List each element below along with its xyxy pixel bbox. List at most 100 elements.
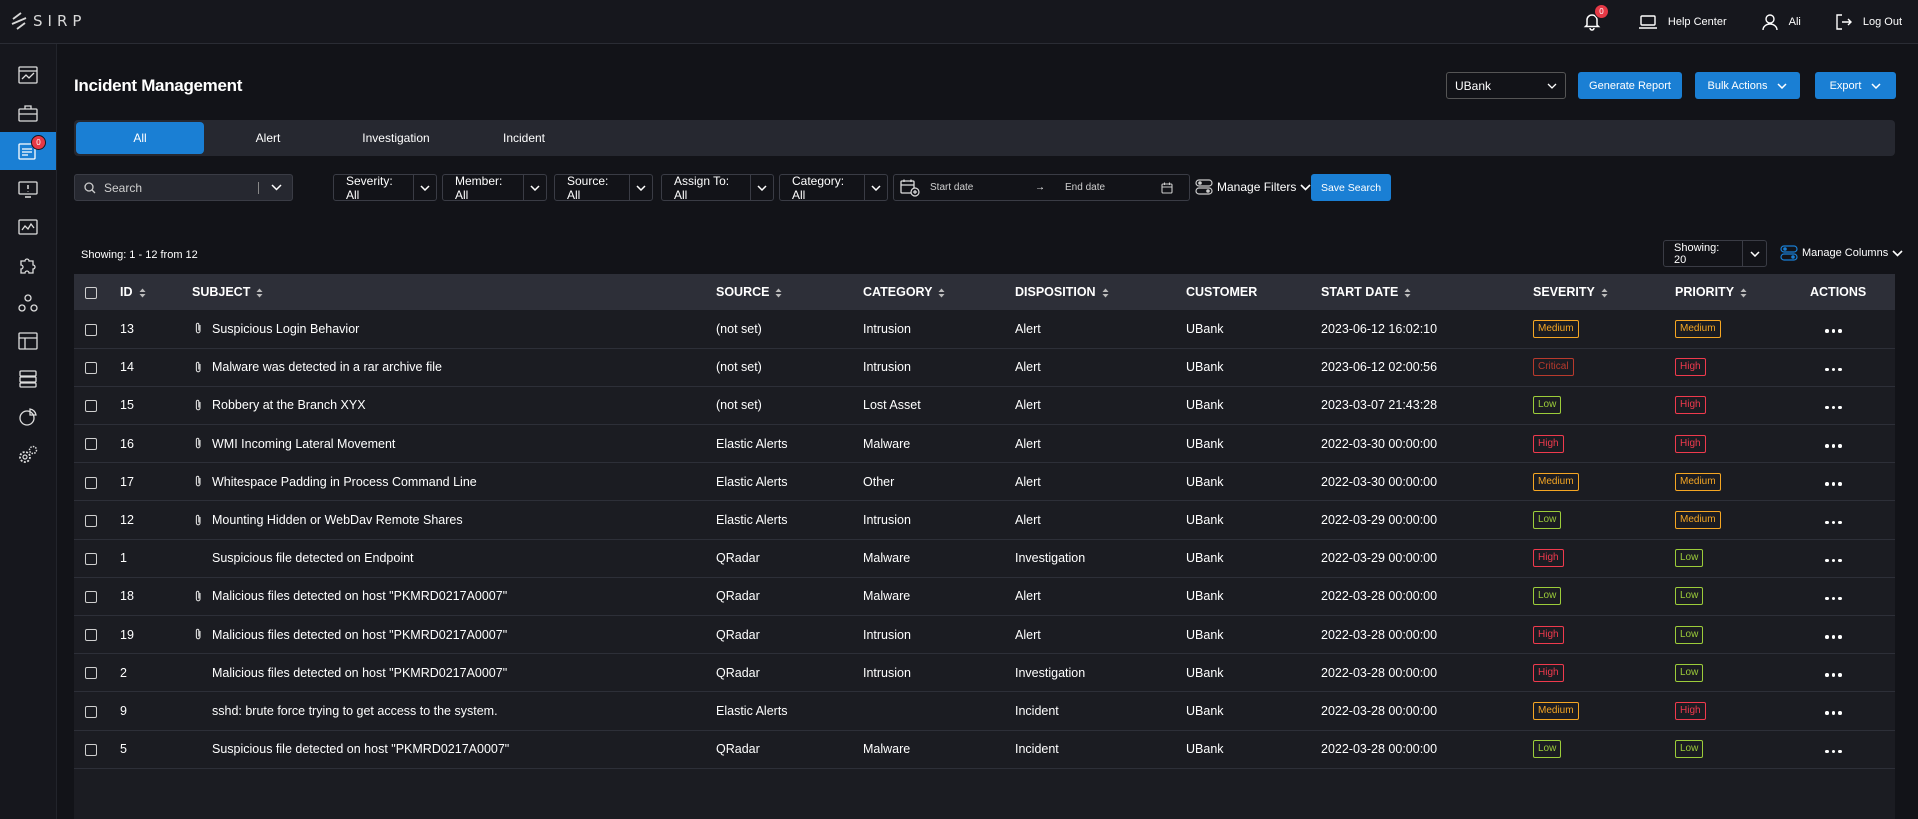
row-actions-menu-icon[interactable] xyxy=(1825,405,1842,410)
sidebar-item-dashboard[interactable] xyxy=(0,56,56,94)
column-header-subject[interactable]: SUBJECT xyxy=(192,274,716,310)
tab-investigation[interactable]: Investigation xyxy=(332,122,460,154)
row-checkbox[interactable] xyxy=(85,591,97,604)
table-row[interactable]: 17 Whitespace Padding in Process Command … xyxy=(74,462,1895,502)
manage-filters-button[interactable]: Manage Filters xyxy=(1195,178,1311,196)
row-checkbox[interactable] xyxy=(85,476,97,489)
search-input[interactable]: Search xyxy=(104,181,258,195)
sidebar-item-analytics[interactable] xyxy=(0,208,56,246)
cell-subject[interactable]: Suspicious Login Behavior xyxy=(212,322,359,336)
row-actions-menu-icon[interactable] xyxy=(1825,367,1842,372)
chevron-down-icon[interactable] xyxy=(271,184,282,191)
sort-icon[interactable] xyxy=(1102,288,1109,298)
cell-subject[interactable]: sshd: brute force trying to get access t… xyxy=(212,704,498,718)
row-actions-menu-icon[interactable] xyxy=(1825,329,1842,333)
row-actions-menu-icon[interactable] xyxy=(1825,596,1842,601)
tab-alert[interactable]: Alert xyxy=(204,122,332,154)
row-checkbox[interactable] xyxy=(85,438,97,451)
row-checkbox[interactable] xyxy=(85,361,97,374)
row-checkbox[interactable] xyxy=(85,629,97,642)
user-menu[interactable]: Ali xyxy=(1761,13,1801,31)
table-row[interactable]: 5 Suspicious file detected on host "PKMRD… xyxy=(74,730,1895,769)
table-row[interactable]: 2 Malicious files detected on host "PKMRD… xyxy=(74,653,1895,693)
category-filter[interactable]: Category: All xyxy=(779,174,888,202)
sort-icon[interactable] xyxy=(1740,288,1747,298)
manage-columns-button[interactable]: Manage Columns xyxy=(1780,244,1903,262)
generate-report-button[interactable]: Generate Report xyxy=(1578,72,1682,99)
row-actions-menu-icon[interactable] xyxy=(1825,711,1842,715)
calendar-icon[interactable] xyxy=(1161,182,1173,194)
row-checkbox[interactable] xyxy=(85,705,97,718)
cell-subject[interactable]: Mounting Hidden or WebDav Remote Shares xyxy=(212,513,463,527)
column-header-id[interactable]: ID xyxy=(120,274,192,310)
help-center-button[interactable]: Help Center xyxy=(1638,14,1727,30)
table-row[interactable]: 9 sshd: brute force trying to get access … xyxy=(74,691,1895,731)
row-checkbox[interactable] xyxy=(85,667,97,680)
notifications-button[interactable]: 0 xyxy=(1582,4,1609,33)
sidebar-item-hub[interactable] xyxy=(0,284,56,322)
sort-icon[interactable] xyxy=(139,288,146,298)
cell-subject[interactable]: Malicious files detected on host "PKMRD0… xyxy=(212,589,507,603)
row-actions-menu-icon[interactable] xyxy=(1825,749,1842,754)
save-search-button[interactable]: Save Search xyxy=(1311,174,1391,201)
table-row[interactable]: 18 Malicious files detected on host "PKMR… xyxy=(74,577,1895,617)
export-button[interactable]: Export xyxy=(1815,72,1896,99)
row-checkbox[interactable] xyxy=(85,514,97,527)
search-box[interactable]: Search xyxy=(74,174,293,201)
logout-button[interactable]: Log Out xyxy=(1835,13,1902,31)
select-all-checkbox[interactable] xyxy=(85,286,97,299)
sidebar-item-cases[interactable] xyxy=(0,94,56,132)
sidebar-item-settings[interactable] xyxy=(0,436,56,474)
date-range-picker[interactable]: Start date → End date xyxy=(893,174,1190,201)
row-checkbox[interactable] xyxy=(85,743,97,756)
column-header-start-date[interactable]: START DATE xyxy=(1321,274,1533,310)
page-size-select[interactable]: Showing: 20 xyxy=(1663,240,1767,267)
table-row[interactable]: 12 Mounting Hidden or WebDav Remote Share… xyxy=(74,500,1895,540)
sort-icon[interactable] xyxy=(1601,288,1608,298)
sidebar-item-integrations[interactable] xyxy=(0,246,56,284)
severity-filter[interactable]: Severity: All xyxy=(333,174,437,202)
cell-subject[interactable]: Malicious files detected on host "PKMRD0… xyxy=(212,628,507,642)
row-checkbox[interactable] xyxy=(85,323,97,336)
cell-subject[interactable]: Robbery at the Branch XYX xyxy=(212,398,366,412)
sort-icon[interactable] xyxy=(938,288,945,298)
sidebar-item-threat-monitor[interactable] xyxy=(0,170,56,208)
table-row[interactable]: 15 Robbery at the Branch XYX (not set) Lost… xyxy=(74,386,1895,426)
sidebar-item-incidents[interactable]: 0 xyxy=(0,132,56,170)
table-row[interactable]: 14 Malware was detected in a rar archive … xyxy=(74,348,1895,387)
column-header-source[interactable]: SOURCE xyxy=(716,274,863,310)
logo[interactable]: SIRP xyxy=(11,12,86,30)
sidebar-item-database[interactable] xyxy=(0,360,56,398)
cell-subject[interactable]: Malicious files detected on host "PKMRD0… xyxy=(212,666,507,680)
sort-icon[interactable] xyxy=(256,288,263,298)
source-filter[interactable]: Source: All xyxy=(554,174,653,202)
row-checkbox[interactable] xyxy=(85,400,97,413)
tab-incident[interactable]: Incident xyxy=(460,122,588,154)
row-actions-menu-icon[interactable] xyxy=(1825,673,1842,677)
customer-select[interactable]: UBank xyxy=(1446,72,1566,99)
cell-subject[interactable]: Whitespace Padding in Process Command Li… xyxy=(212,475,477,489)
sort-icon[interactable] xyxy=(1404,288,1411,298)
row-actions-menu-icon[interactable] xyxy=(1825,558,1842,563)
row-actions-menu-icon[interactable] xyxy=(1825,482,1842,486)
cell-subject[interactable]: Suspicious file detected on Endpoint xyxy=(212,551,414,565)
table-row[interactable]: 1 Suspicious file detected on Endpoint QRa… xyxy=(74,539,1895,578)
sidebar-item-statistics[interactable] xyxy=(0,398,56,436)
member-filter[interactable]: Member: All xyxy=(442,174,547,202)
column-header-category[interactable]: CATEGORY xyxy=(863,274,1015,310)
table-row[interactable]: 19 Malicious files detected on host "PKMR… xyxy=(74,615,1895,655)
start-date-input[interactable]: Start date xyxy=(930,182,1035,193)
bulk-actions-button[interactable]: Bulk Actions xyxy=(1695,72,1800,99)
cell-subject[interactable]: WMI Incoming Lateral Movement xyxy=(212,437,395,451)
tab-all[interactable]: All xyxy=(76,122,204,154)
cell-subject[interactable]: Malware was detected in a rar archive fi… xyxy=(212,360,442,374)
assign-to-filter[interactable]: Assign To: All xyxy=(661,174,774,202)
row-actions-menu-icon[interactable] xyxy=(1825,635,1842,639)
sort-icon[interactable] xyxy=(775,288,782,298)
sidebar-item-reports[interactable] xyxy=(0,322,56,360)
column-header-severity[interactable]: SEVERITY xyxy=(1533,274,1675,310)
column-header-priority[interactable]: PRIORITY xyxy=(1675,274,1810,310)
end-date-input[interactable]: End date xyxy=(1065,182,1161,193)
row-actions-menu-icon[interactable] xyxy=(1825,520,1842,525)
table-row[interactable]: 13 Suspicious Login Behavior (not set) Intr… xyxy=(74,310,1895,349)
